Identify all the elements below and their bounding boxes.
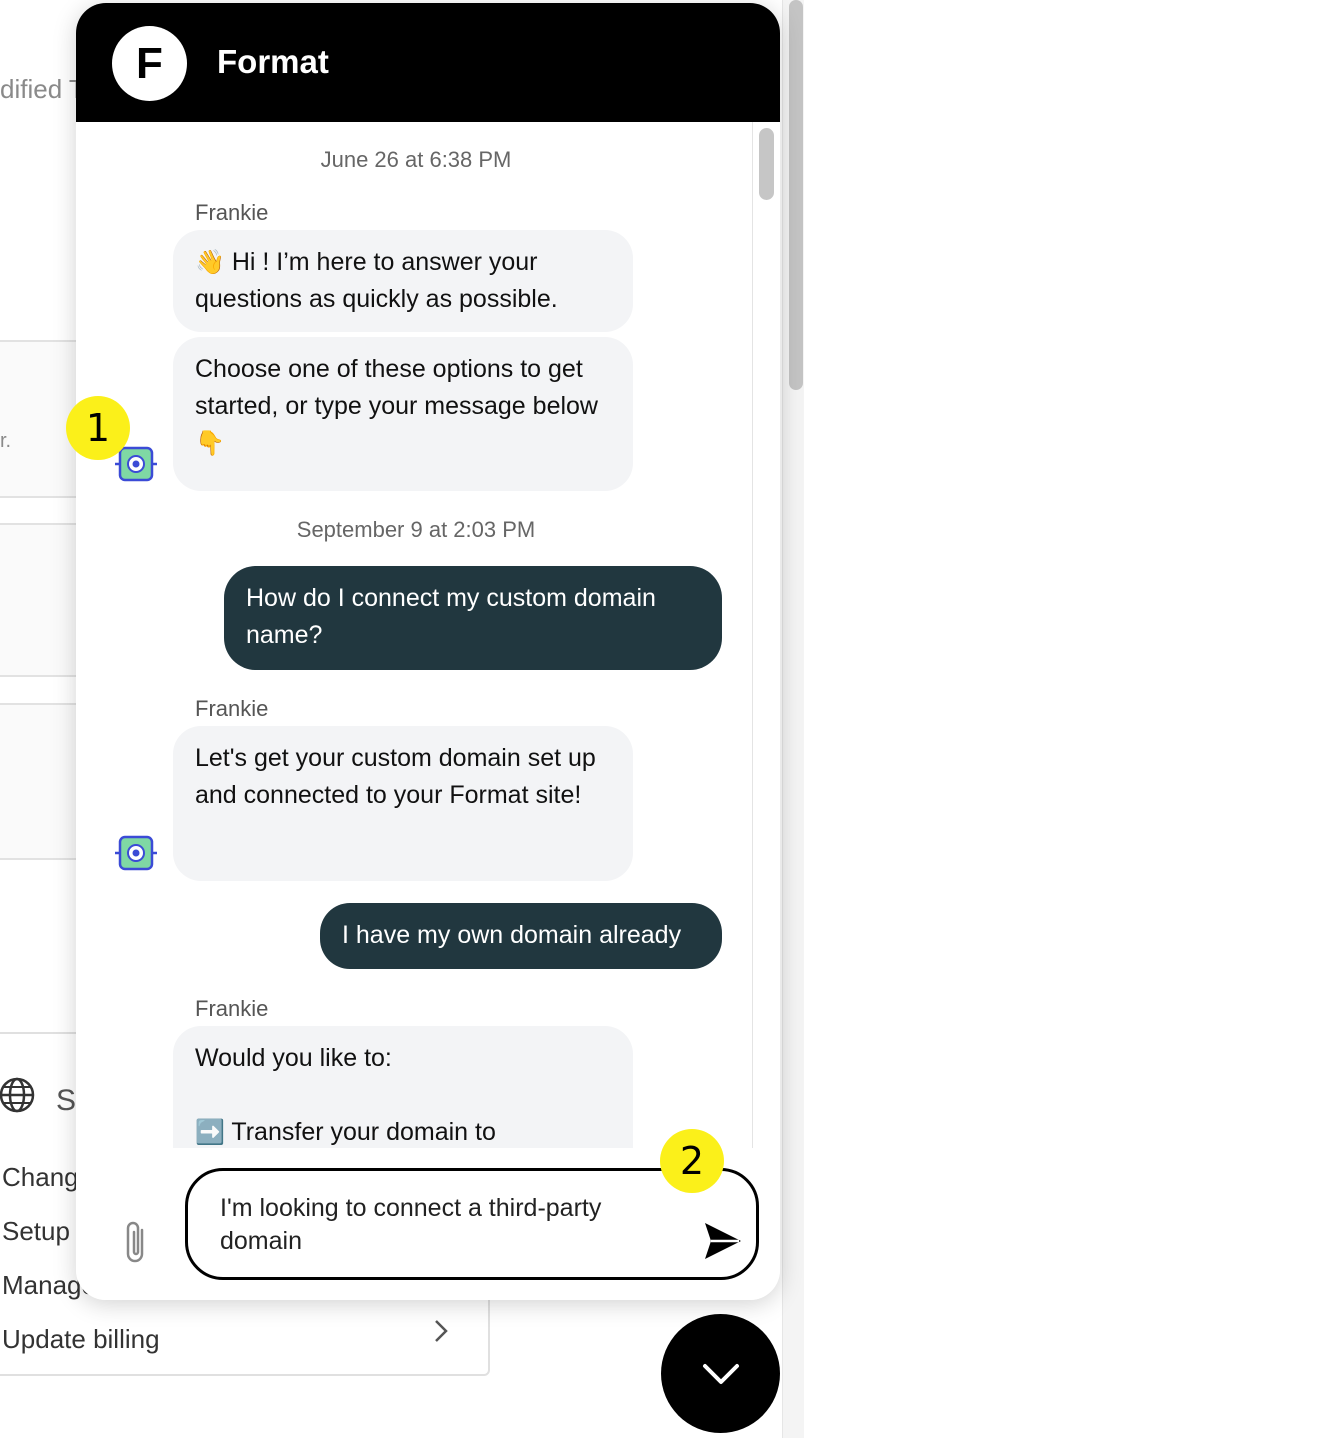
message-timestamp: September 9 at 2:03 PM: [296, 517, 536, 542]
chat-conversation[interactable]: June 26 at 6:38 PM Frankie 👋 Hi ! I’m he…: [76, 122, 780, 1148]
chat-scrollbar-track[interactable]: [752, 122, 753, 1148]
bg-card-text: r.: [0, 430, 12, 452]
bot-message: Choose one of these options to get start…: [173, 337, 633, 491]
bg-section-heading: S: [56, 1084, 77, 1117]
user-message: I have my own domain already: [320, 903, 722, 969]
send-icon[interactable]: [703, 1221, 743, 1261]
user-message-text: I have my own domain already: [342, 921, 682, 949]
message-timestamp: June 26 at 6:38 PM: [320, 147, 512, 172]
bot-message-text: Choose one of these options to get start…: [195, 355, 598, 420]
chat-widget: F Format June 26 at 6:38 PM Frankie 👋 Hi…: [76, 3, 780, 1300]
bot-message: Let's get your custom domain set up and …: [173, 726, 633, 881]
bot-avatar-icon: [115, 835, 157, 871]
user-message-text: How do I connect my custom domain name?: [246, 584, 656, 649]
sender-name: Frankie: [195, 696, 269, 721]
chevron-down-icon: [702, 1363, 739, 1384]
bg-menu-item-update-billing[interactable]: Update billing: [2, 1324, 160, 1355]
annotation-marker-2: 2: [660, 1129, 724, 1193]
bot-message-text: Hi ! I’m here to answer your questions a…: [195, 248, 558, 313]
bg-modified-text: dified T: [0, 74, 85, 104]
globe-icon: [0, 1077, 35, 1113]
chevron-right-icon: [435, 1320, 448, 1342]
sender-name: Frankie: [195, 996, 269, 1021]
bot-message: 👋 Hi ! I’m here to answer your questions…: [173, 230, 633, 332]
format-logo-icon: F: [112, 26, 187, 101]
sender-name: Frankie: [195, 200, 269, 225]
bot-message-text: Let's get your custom domain set up and …: [195, 744, 596, 809]
bot-avatar-icon: [115, 446, 157, 482]
pointing-down-emoji: 👇: [195, 430, 225, 457]
chat-launcher-button[interactable]: [661, 1314, 780, 1433]
waving-hand-emoji: 👋: [195, 249, 225, 276]
chat-header: F Format: [76, 3, 780, 122]
annotation-marker-1: 1: [66, 396, 130, 460]
chat-scrollbar-thumb[interactable]: [759, 128, 774, 200]
page-scrollbar-thumb[interactable]: [789, 0, 803, 390]
bot-message: Would you like to: ➡️ Transfer your doma…: [173, 1026, 633, 1148]
user-message: How do I connect my custom domain name?: [224, 566, 722, 670]
bot-message-text: Would you like to:: [195, 1044, 392, 1072]
bot-message-text: Transfer your domain to: [231, 1118, 496, 1146]
paperclip-icon[interactable]: [122, 1218, 150, 1266]
chat-title: Format: [217, 43, 329, 80]
right-arrow-emoji: ➡️: [195, 1119, 225, 1146]
